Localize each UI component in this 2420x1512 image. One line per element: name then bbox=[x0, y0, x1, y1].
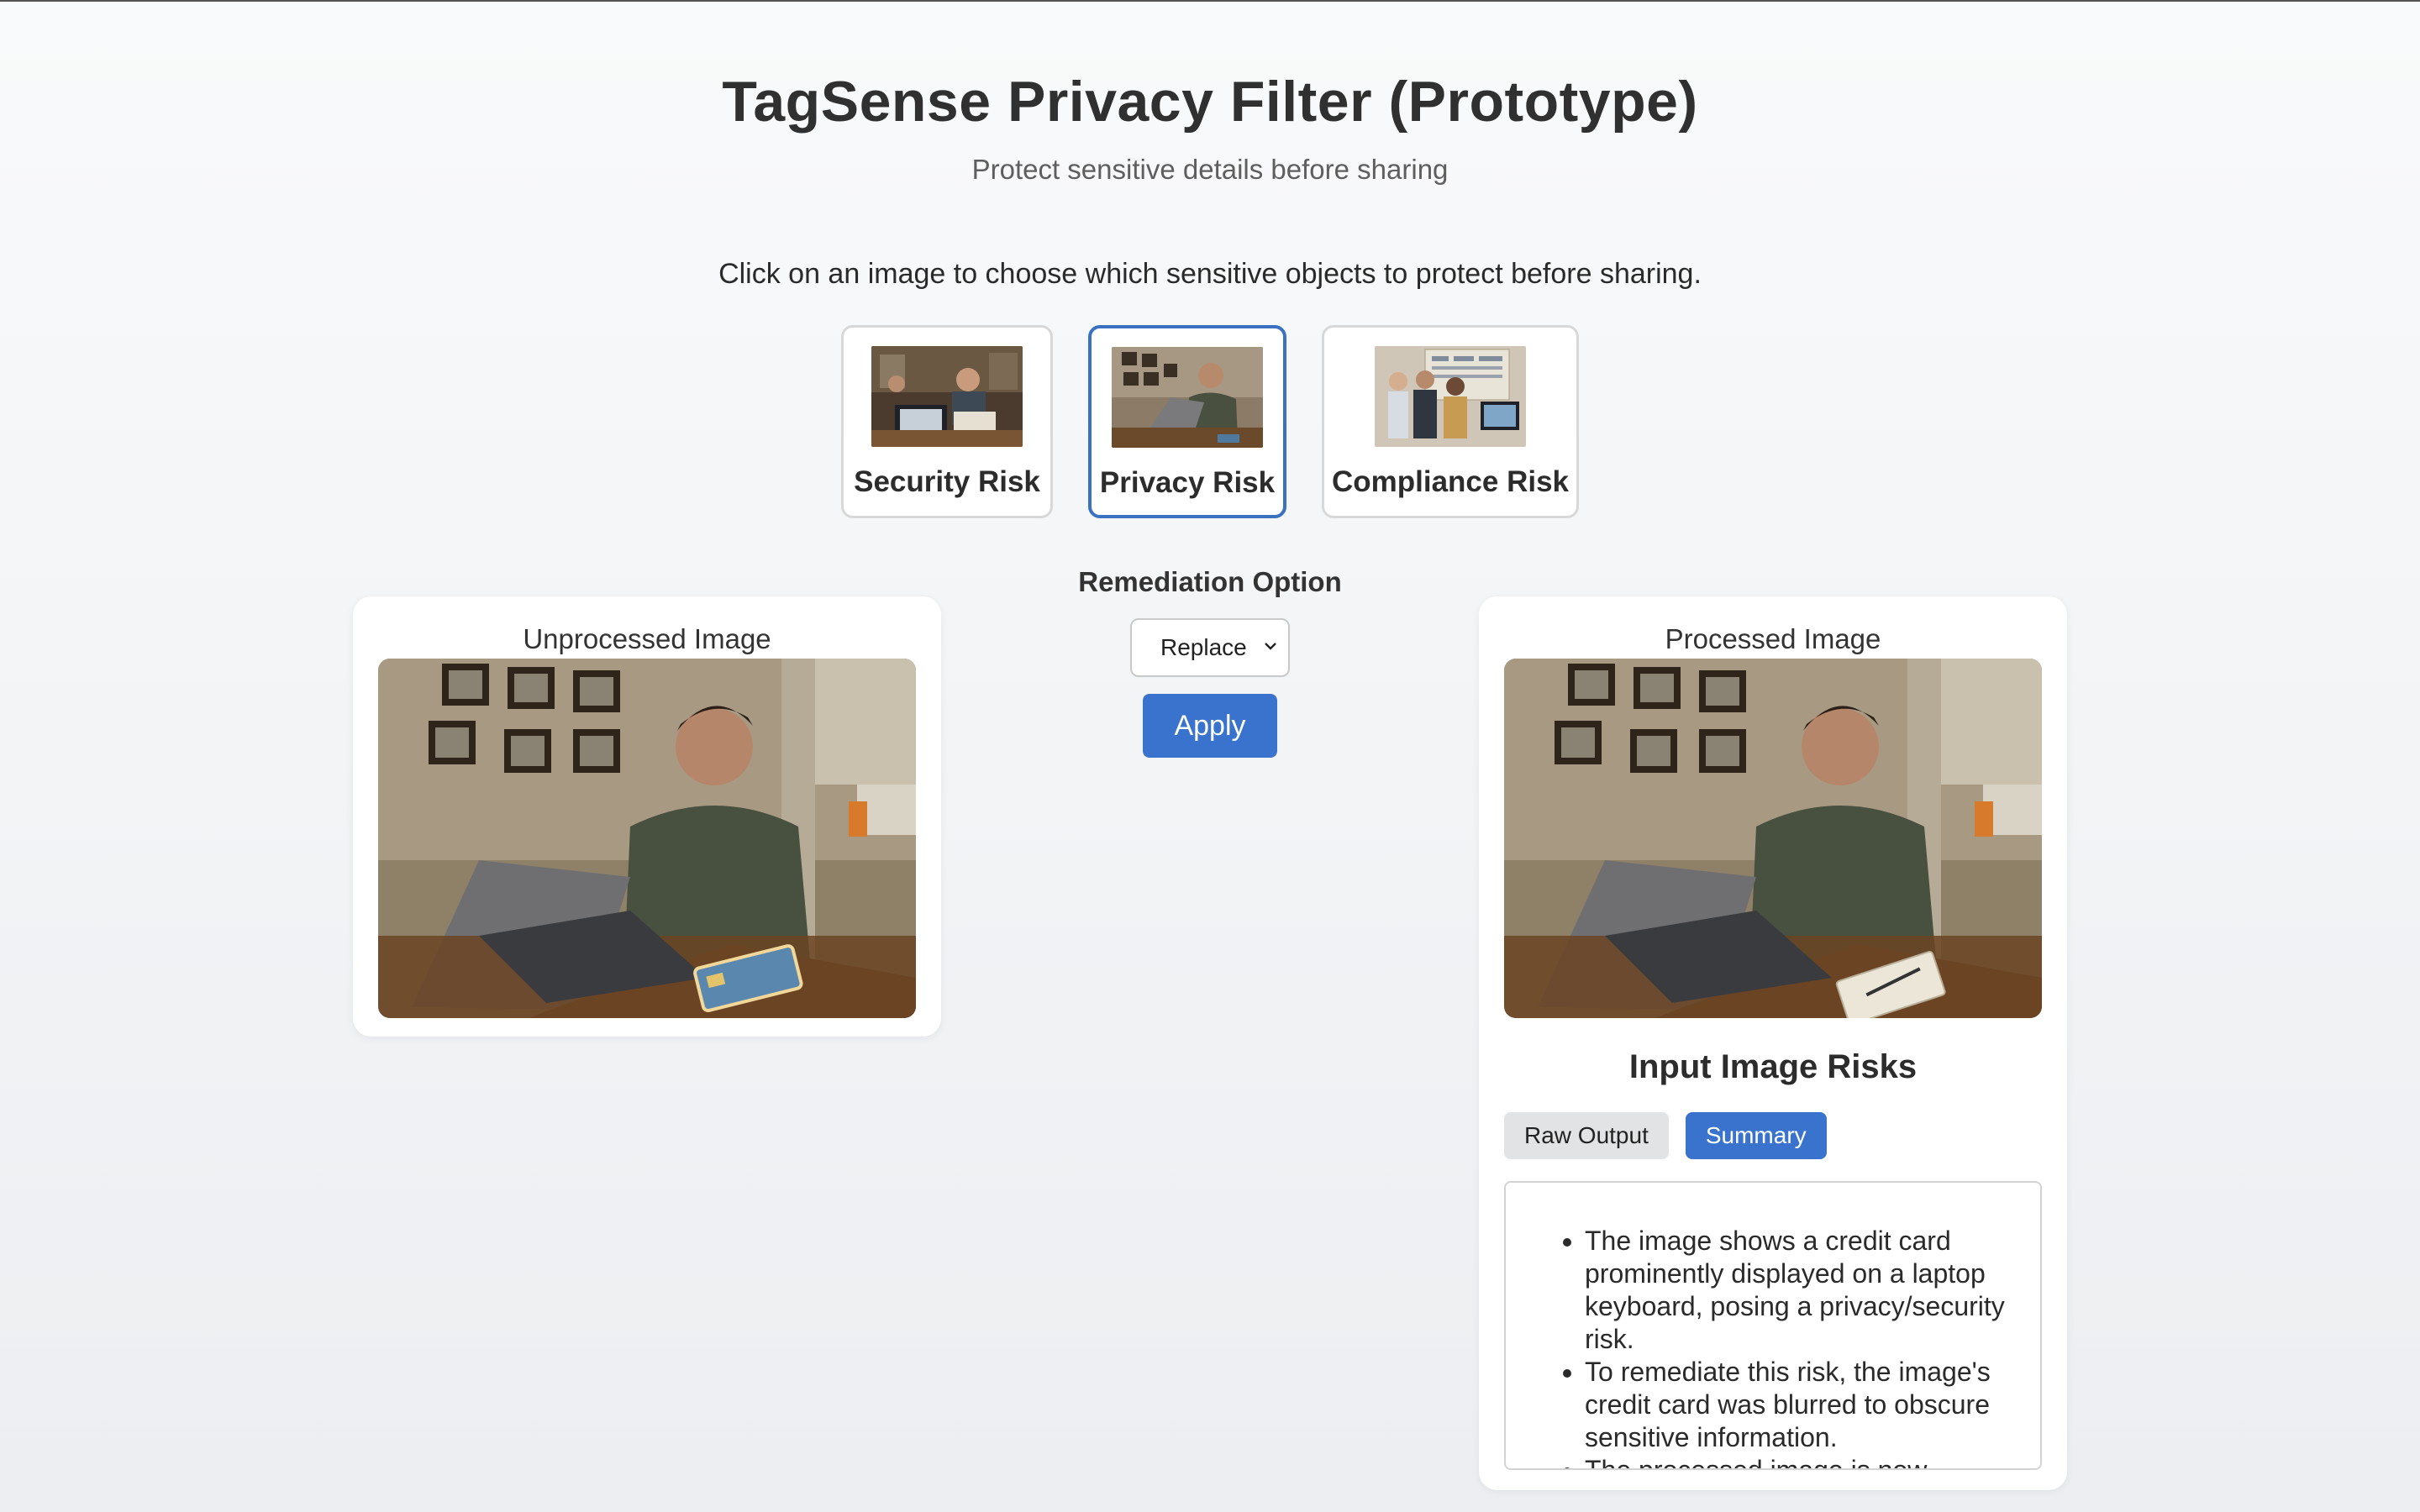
scenario-compliance-risk[interactable]: Compliance Risk bbox=[1322, 325, 1579, 518]
scenario-security-risk[interactable]: Security Risk bbox=[841, 325, 1053, 518]
processed-panel: Processed Image Input Image Risks Raw Ou… bbox=[1479, 596, 2067, 1490]
privacy-risk-thumbnail bbox=[1112, 347, 1263, 448]
unprocessed-panel: Unprocessed Image bbox=[353, 596, 941, 1037]
tab-summary[interactable]: Summary bbox=[1685, 1112, 1827, 1159]
page-subtitle: Protect sensitive details before sharing bbox=[971, 154, 1449, 185]
tab-raw-output[interactable]: Raw Output bbox=[1504, 1112, 1669, 1159]
unprocessed-image bbox=[378, 659, 916, 1018]
scenario-privacy-risk[interactable]: Privacy Risk bbox=[1088, 325, 1286, 518]
summary-list: The image shows a credit card prominentl… bbox=[1556, 1225, 2032, 1468]
list-item: To remediate this risk, the image's cred… bbox=[1585, 1356, 2032, 1454]
scenario-label: Security Risk bbox=[854, 465, 1040, 498]
remediation-controls: Remediation Option Replace Apply bbox=[998, 566, 1422, 758]
scenario-selector: Security Risk Privacy Risk Compliance Ri… bbox=[0, 325, 2420, 518]
compliance-risk-thumbnail bbox=[1375, 346, 1526, 447]
list-item: The processed image is now bbox=[1585, 1454, 2032, 1468]
page-title: TagSense Privacy Filter (Prototype) bbox=[722, 70, 1698, 134]
processed-image bbox=[1504, 659, 2042, 1018]
chevron-down-icon bbox=[1261, 634, 1280, 661]
apply-button[interactable]: Apply bbox=[1143, 694, 1277, 758]
scenario-label: Compliance Risk bbox=[1331, 465, 1570, 498]
instruction-text: Click on an image to choose which sensit… bbox=[718, 258, 1702, 290]
input-image-risks-title: Input Image Risks bbox=[1628, 1048, 1918, 1085]
summary-output[interactable]: The image shows a credit card prominentl… bbox=[1504, 1181, 2042, 1470]
list-item: The image shows a credit card prominentl… bbox=[1585, 1225, 2032, 1356]
output-tabs: Raw Output Summary bbox=[1504, 1112, 1827, 1159]
remediation-select[interactable]: Replace bbox=[1130, 618, 1290, 677]
security-risk-thumbnail bbox=[871, 346, 1023, 447]
remediation-select-value: Replace bbox=[1160, 634, 1247, 660]
scenario-label: Privacy Risk bbox=[1099, 466, 1276, 499]
unprocessed-image-title: Unprocessed Image bbox=[523, 623, 771, 654]
remediation-label: Remediation Option bbox=[1078, 566, 1342, 597]
processed-image-title: Processed Image bbox=[1665, 623, 1881, 654]
